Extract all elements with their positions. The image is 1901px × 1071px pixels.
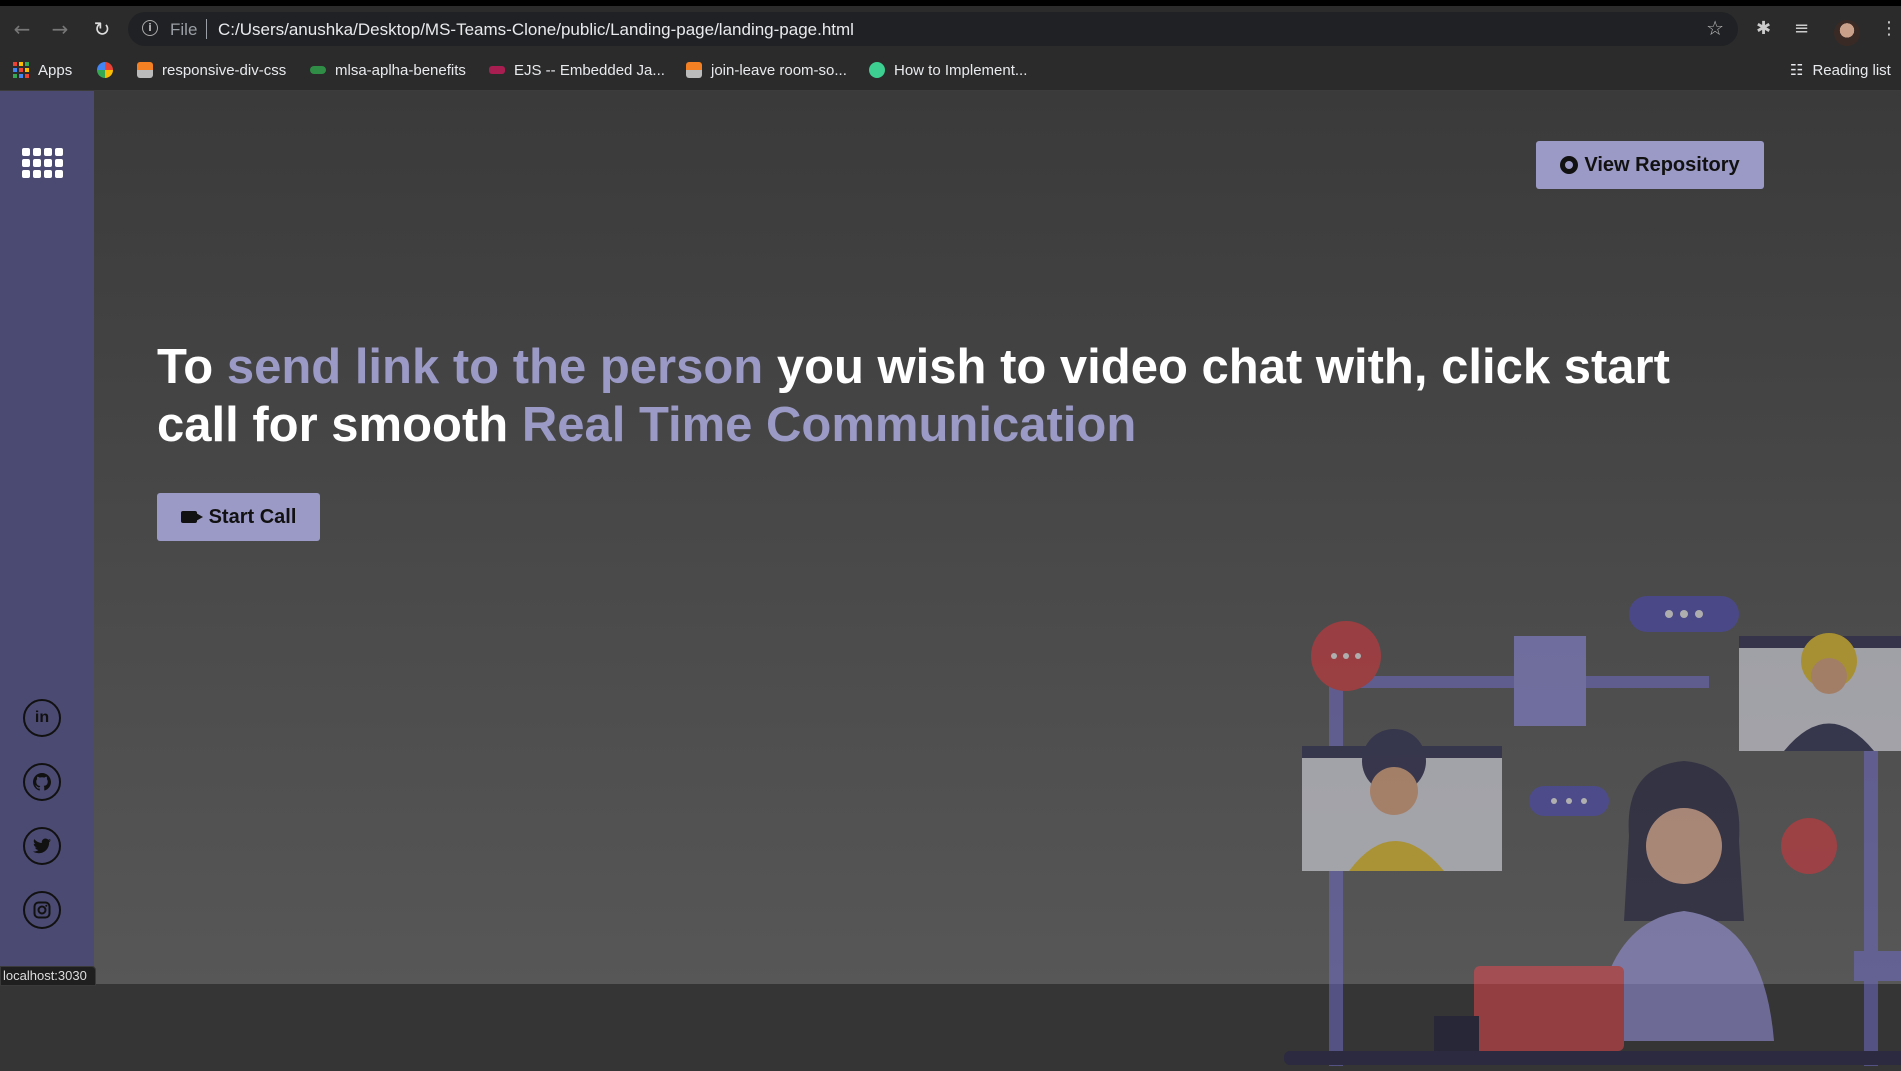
apps-icon [13,62,29,78]
bookmark-responsive-div-css[interactable]: responsive-div-css [137,59,286,81]
stackoverflow-icon [686,62,702,78]
bookmark-label: join-leave room-so... [711,61,847,79]
google-photos-icon [97,62,113,78]
bookmark-label: EJS -- Embedded Ja... [514,61,665,79]
divider [206,19,207,39]
stackoverflow-icon [137,62,153,78]
video-camera-icon [180,511,203,523]
start-call-label: Start Call [208,505,297,528]
bookmark-star-icon[interactable]: ☆ [1706,16,1724,40]
start-call-button[interactable]: Start Call [157,493,320,541]
bookmark-google-photos[interactable] [97,59,113,81]
url-text[interactable]: C:/Users/anushka/Desktop/MS-Teams-Clone/… [218,20,854,40]
view-repository-button[interactable]: View Repository [1536,141,1764,189]
hero-headline: To send link to the person you wish to v… [157,340,1670,452]
reading-list-icon: ☷ [1790,61,1804,79]
reading-list-button[interactable]: ☷ Reading list [1790,59,1891,81]
bookmark-label: Apps [38,61,73,79]
main-content: View Repository To send link to the pers… [94,91,1901,1066]
back-icon[interactable]: ← [8,15,36,43]
reading-list-label: Reading list [1812,61,1891,79]
bookmark-how-to-implement[interactable]: How to Implement... [869,59,1027,81]
address-bar[interactable]: i File C:/Users/anushka/Desktop/MS-Teams… [128,12,1738,46]
bookmark-label: How to Implement... [894,61,1028,79]
linkedin-icon[interactable]: in [23,699,61,737]
sidebar: in [0,91,94,984]
reload-icon[interactable]: ↻ [88,15,116,43]
browser-toolbar: ← → ↻ i File C:/Users/anushka/Desktop/MS… [0,6,1901,50]
headline-accent-rtc: Real Time Communication [521,398,1137,452]
github-icon[interactable] [23,763,61,801]
github-icon [1560,156,1579,174]
instagram-icon[interactable] [23,891,61,929]
extensions-icon[interactable]: ✱ [1756,18,1771,39]
forward-icon[interactable]: → [46,15,74,43]
apps-grid-icon[interactable] [22,148,63,180]
bookmark-label: responsive-div-css [162,61,287,79]
bookmarks-bar: Apps responsive-div-css mlsa-aplha-benef… [0,50,1901,91]
headline-accent-send-link: send link to the person [226,340,764,394]
menu-icon[interactable]: ⋮ [1880,18,1898,39]
info-icon[interactable]: i [142,20,158,36]
scheme-label: File [170,20,198,39]
geeksforgeeks-icon [310,66,326,74]
video-chat-illustration [1284,596,1901,1066]
twitter-icon[interactable] [23,827,61,865]
media-controls-icon[interactable]: ≡ [1794,18,1809,39]
status-bar-url: localhost:3030 [0,966,96,986]
bookmark-apps[interactable]: Apps [13,59,72,81]
bookmark-ejs[interactable]: EJS -- Embedded Ja... [489,59,665,81]
bookmark-join-leave-room[interactable]: join-leave room-so... [686,59,847,81]
bookmark-label: mlsa-aplha-benefits [335,61,466,79]
browser-chrome: ← → ↻ i File C:/Users/anushka/Desktop/MS… [0,0,1901,91]
site-icon [869,62,885,78]
profile-avatar[interactable] [1834,20,1860,46]
bookmark-mlsa-aplha-benefits[interactable]: mlsa-aplha-benefits [310,59,466,81]
ejs-icon [489,66,505,74]
view-repository-label: View Repository [1584,153,1740,176]
